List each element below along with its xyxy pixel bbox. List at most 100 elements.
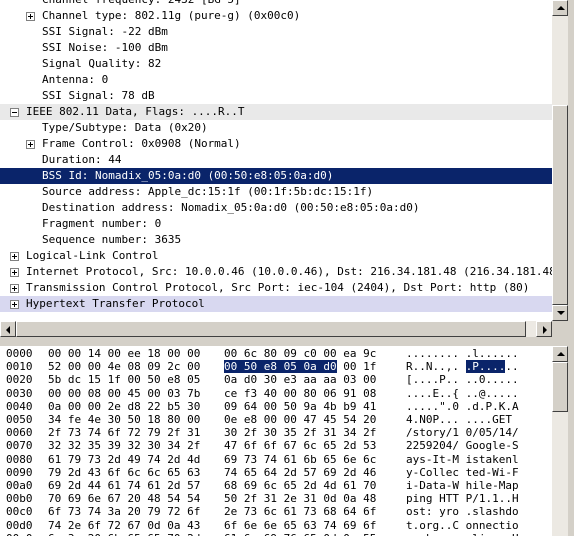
hex-bytes[interactable]: 52 00 00 4e 08 09 2c 00 — [48, 360, 200, 373]
scroll-right-button[interactable] — [536, 321, 552, 337]
tree-row[interactable]: SSI Signal: 78 dB — [0, 88, 552, 104]
hex-bytes[interactable]: 6f 6e 6e 65 63 74 69 6f — [224, 519, 376, 532]
hex-bytes[interactable]: 00 50 e8 05 0a d0 00 1f — [224, 360, 376, 374]
hex-ascii[interactable]: i-Data-W hile-Map — [406, 479, 519, 492]
hex-bytes[interactable]: 30 2f 30 35 2f 31 34 2f — [224, 426, 376, 439]
hex-bytes[interactable]: 5b dc 15 1f 00 50 e8 05 — [48, 373, 200, 386]
hex-ascii[interactable]: ....E..{ ..@..... — [406, 387, 519, 400]
hex-bytes[interactable]: 2e 73 6c 61 73 68 64 6f — [224, 505, 376, 518]
tree-row[interactable]: Channel frequency: 2432 [BG 5] — [0, 0, 552, 8]
tree-row-label: Sequence number: 3635 — [42, 233, 182, 246]
hex-row: 00b0 70 69 6e 67 20 48 54 54 50 2f 31 2e 3… — [0, 492, 552, 505]
tree-row[interactable]: Signal Quality: 82 — [0, 56, 552, 72]
pane-splitter[interactable] — [0, 337, 574, 346]
hex-bytes[interactable]: 79 2d 43 6f 6c 6c 65 63 — [48, 466, 200, 479]
hex-offset: 0000 — [6, 347, 33, 360]
hex-bytes[interactable]: 34 fe 4e 30 50 18 80 00 — [48, 413, 200, 426]
tree-row[interactable]: Antenna: 0 — [0, 72, 552, 88]
hex-bytes[interactable]: 61 79 73 2d 49 74 2d 4d — [48, 453, 200, 466]
hex-ascii[interactable]: n: keep- alive..U — [406, 532, 519, 536]
hex-ascii[interactable]: 2259204/ Google-S — [406, 439, 519, 452]
tree-row[interactable]: Sequence number: 3635 — [0, 232, 552, 248]
hex-bytes[interactable]: 50 2f 31 2e 31 0d 0a 48 — [224, 492, 376, 505]
tree-row[interactable]: Destination address: Nomadix_05:0a:d0 (0… — [0, 200, 552, 216]
hex-bytes[interactable]: ce f3 40 00 80 06 91 08 — [224, 387, 376, 400]
hex-bytes[interactable]: 00 00 14 00 ee 18 00 00 — [48, 347, 200, 360]
hex-bytes[interactable]: 61 6c 69 76 65 0d 0a 55 — [224, 532, 376, 536]
expand-icon[interactable] — [10, 300, 19, 309]
bytes-scroll-thumb[interactable] — [552, 362, 568, 412]
hex-ascii[interactable]: ost: yro .slashdo — [406, 505, 519, 518]
details-horizontal-scrollbar[interactable] — [0, 321, 552, 337]
expand-icon[interactable] — [10, 268, 19, 277]
tree-row-label: BSS Id: Nomadix_05:0a:d0 (00:50:e8:05:0a… — [42, 169, 334, 182]
tree-row[interactable]: Channel type: 802.11g (pure-g) (0x00c0) — [0, 8, 552, 24]
hex-bytes[interactable]: 47 6f 6f 67 6c 65 2d 53 — [224, 439, 376, 452]
hex-bytes[interactable]: 0a 00 00 2e d8 22 b5 30 — [48, 400, 200, 413]
tree-row[interactable]: Fragment number: 0 — [0, 216, 552, 232]
tree-row-label: Fragment number: 0 — [42, 217, 162, 230]
hex-bytes[interactable]: 2f 73 74 6f 72 79 2f 31 — [48, 426, 200, 439]
hex-bytes[interactable]: 09 64 00 50 9a 4b b9 41 — [224, 400, 376, 413]
hex-ascii[interactable]: t.org..C onnectio — [406, 519, 519, 532]
selected-ascii-highlight: .P.... — [465, 360, 506, 374]
hex-ascii[interactable]: .....".0 .d.P.K.A — [406, 400, 519, 413]
tree-row[interactable]: Source address: Apple_dc:15:1f (00:1f:5b… — [0, 184, 552, 200]
hex-offset: 00e0 — [6, 532, 33, 536]
details-vertical-scrollbar[interactable] — [552, 0, 568, 321]
tree-row[interactable]: Frame Control: 0x0908 (Normal) — [0, 136, 552, 152]
hex-ascii[interactable]: ays-It-M istakenl — [406, 453, 519, 466]
tree-row-label: SSI Noise: -100 dBm — [42, 41, 168, 54]
hex-bytes[interactable]: 0a d0 30 e3 aa aa 03 00 — [224, 373, 376, 386]
hex-bytes[interactable]: 74 2e 6f 72 67 0d 0a 43 — [48, 519, 200, 532]
hex-ascii[interactable]: ........ .l...... — [406, 347, 519, 360]
hex-bytes[interactable]: 6e 3a 20 6b 65 65 70 2d — [48, 532, 200, 536]
hex-row: 0090 79 2d 43 6f 6c 6c 65 63 74 65 64 2d 5… — [0, 466, 552, 479]
hex-bytes[interactable]: 69 73 74 61 6b 65 6e 6c — [224, 453, 376, 466]
bytes-vertical-scrollbar[interactable] — [552, 346, 568, 536]
scroll-left-button[interactable] — [0, 321, 16, 337]
expand-icon[interactable] — [10, 252, 19, 261]
expand-icon[interactable] — [10, 284, 19, 293]
scroll-thumb[interactable] — [552, 105, 568, 305]
hex-bytes[interactable]: 69 2d 44 61 74 61 2d 57 — [48, 479, 200, 492]
tree-row[interactable]: Transmission Control Protocol, Src Port:… — [0, 280, 552, 296]
hex-row: 0060 2f 73 74 6f 72 79 2f 31 30 2f 30 35 2… — [0, 426, 552, 439]
hex-ascii[interactable]: /story/1 0/05/14/ — [406, 426, 519, 439]
tree-row[interactable]: SSI Signal: -22 dBm — [0, 24, 552, 40]
hex-ascii[interactable]: ping HTT P/1.1..H — [406, 492, 519, 505]
tree-row[interactable]: Duration: 44 — [0, 152, 552, 168]
hex-ascii[interactable]: [....P.. ..0..... — [406, 373, 519, 386]
tree-row[interactable]: IEEE 802.11 Data, Flags: ....R..T — [0, 104, 552, 120]
horizontal-scroll-thumb[interactable] — [16, 321, 526, 337]
hex-offset: 0040 — [6, 399, 33, 413]
packet-bytes-pane[interactable]: 0000 00 00 14 00 ee 18 00 00 00 6c 80 09 c… — [0, 346, 552, 536]
hex-bytes[interactable]: 0e e8 00 00 47 45 54 20 — [224, 413, 376, 426]
expand-icon[interactable] — [26, 12, 35, 21]
hex-bytes[interactable]: 32 32 35 39 32 30 34 2f — [48, 439, 200, 452]
tree-row-label: Hypertext Transfer Protocol — [26, 297, 205, 310]
tree-row[interactable]: Type/Subtype: Data (0x20) — [0, 120, 552, 136]
tree-row[interactable]: Hypertext Transfer Protocol — [0, 296, 552, 312]
tree-row[interactable]: SSI Noise: -100 dBm — [0, 40, 552, 56]
scroll-down-button[interactable] — [552, 305, 568, 321]
hex-offset: 00b0 — [6, 492, 33, 506]
tree-row[interactable]: BSS Id: Nomadix_05:0a:d0 (00:50:e8:05:0a… — [0, 168, 552, 184]
scroll-up-button[interactable] — [552, 0, 568, 16]
hex-bytes[interactable]: 74 65 64 2d 57 69 2d 46 — [224, 466, 376, 479]
hex-bytes[interactable]: 70 69 6e 67 20 48 54 54 — [48, 492, 200, 505]
hex-ascii[interactable]: R..N..,. .P...... — [406, 360, 519, 374]
collapse-icon[interactable] — [10, 108, 19, 117]
tree-row[interactable]: Logical-Link Control — [0, 248, 552, 264]
hex-bytes[interactable]: 68 69 6c 65 2d 4d 61 70 — [224, 479, 376, 492]
hex-bytes[interactable]: 00 00 08 00 45 00 03 7b — [48, 387, 200, 400]
packet-details-tree[interactable]: Channel frequency: 2432 [BG 5]Channel ty… — [0, 0, 552, 321]
expand-icon[interactable] — [26, 140, 35, 149]
hex-bytes[interactable]: 6f 73 74 3a 20 79 72 6f — [48, 505, 200, 518]
arrow-up-icon — [557, 352, 565, 356]
bytes-scroll-up-button[interactable] — [552, 346, 568, 362]
hex-ascii[interactable]: 4.N0P... ....GET — [406, 413, 519, 426]
hex-ascii[interactable]: y-Collec ted-Wi-F — [406, 466, 519, 479]
tree-row[interactable]: Internet Protocol, Src: 10.0.0.46 (10.0.… — [0, 264, 552, 280]
hex-bytes[interactable]: 00 6c 80 09 c0 00 ea 9c — [224, 347, 376, 360]
